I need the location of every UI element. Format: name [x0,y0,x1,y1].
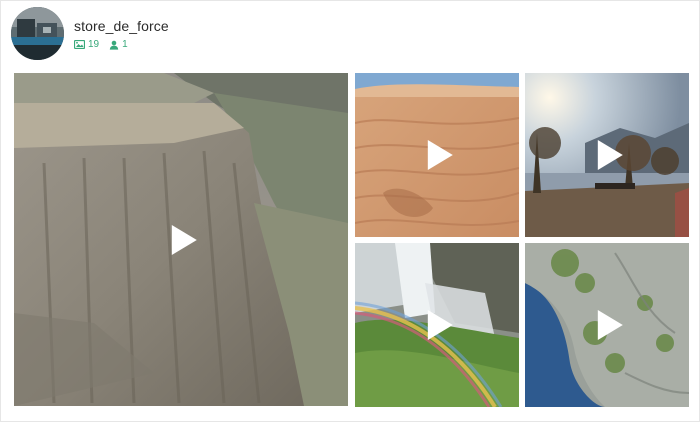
canyon-cliff-video[interactable] [14,73,348,406]
play-icon [597,140,623,170]
play-icon [427,140,453,170]
username[interactable]: store_de_force [74,18,169,34]
profile-photo-icon [11,7,64,60]
posts-count: 19 [74,39,99,50]
desert-dunes-video[interactable] [355,73,519,237]
instagram-feed-widget: store_de_force 19 1 [0,0,700,422]
user-icon [109,40,119,50]
aerial-coast-video[interactable] [525,243,689,407]
followers-count-value: 1 [122,39,128,50]
waterfall-rainbow-video[interactable] [355,243,519,407]
image-icon [74,40,85,49]
play-icon [597,310,623,340]
play-icon [427,310,453,340]
lakeside-trees-video[interactable] [525,73,689,237]
followers-count: 1 [109,39,128,50]
posts-count-value: 19 [88,39,100,50]
play-icon [171,224,197,255]
profile-stats: 19 1 [74,39,128,50]
avatar[interactable] [11,7,64,60]
